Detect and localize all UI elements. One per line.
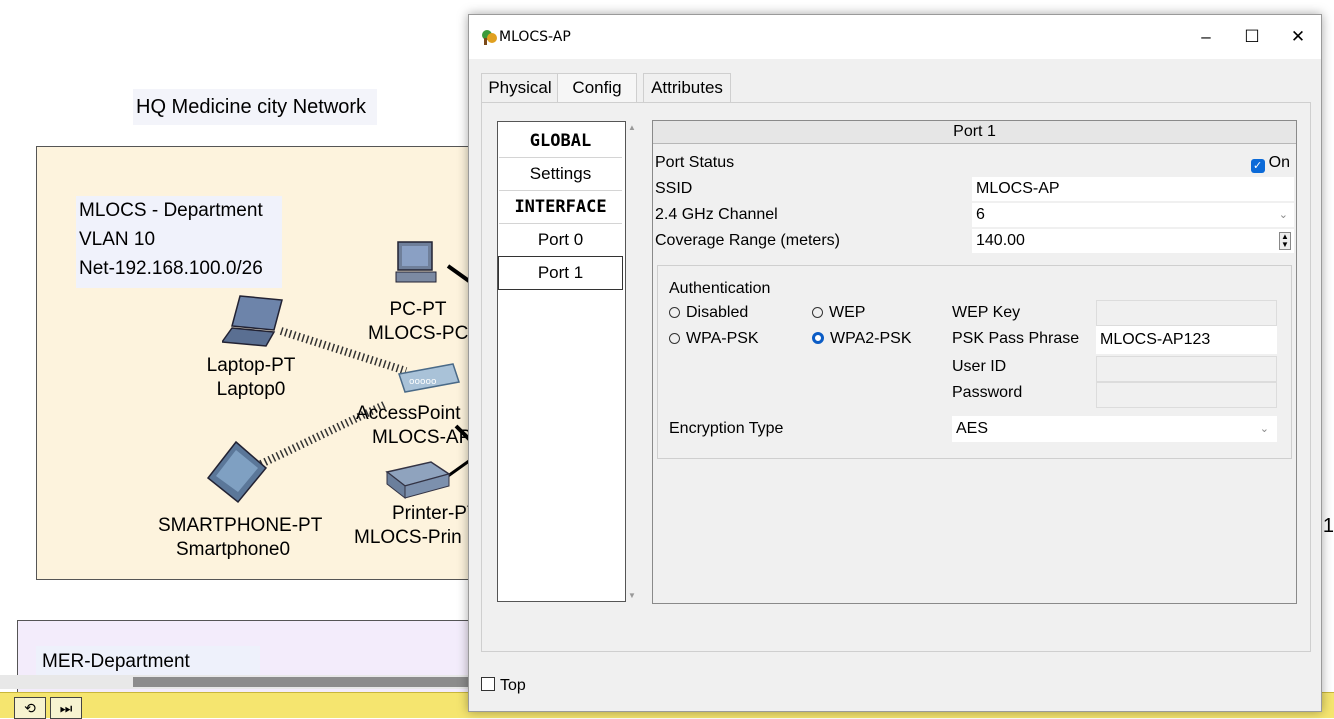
pc-name: MLOCS-PC	[368, 323, 469, 344]
ssid-label: SSID	[655, 180, 693, 197]
user-id-label: User ID	[952, 358, 1007, 375]
device-config-dialog: MLOCS-AP – ☐ ✕ Physical Config Attribute…	[468, 14, 1322, 712]
smartphone-name: Smartphone0	[175, 539, 291, 560]
ap-type: AccessPoint	[356, 403, 461, 424]
dialog-title: MLOCS-AP	[499, 29, 571, 45]
printer-icon[interactable]	[385, 460, 455, 500]
authentication-title: Authentication	[669, 280, 771, 297]
svg-text:ooooo: ooooo	[409, 377, 437, 387]
channel-value: 6	[976, 206, 985, 223]
sidebar-item-port1[interactable]: Port 1	[498, 256, 623, 290]
auth-option-wep[interactable]: WEP	[812, 302, 865, 324]
fast-forward-icon[interactable]: ⏭	[50, 697, 82, 719]
packet-tracer-icon	[482, 30, 497, 45]
top-label: Top	[500, 677, 526, 694]
pc-type: PC-PT	[389, 299, 447, 320]
radio-selected-icon	[812, 332, 824, 344]
mer-department-label: MER-Department	[36, 646, 260, 678]
chevron-down-icon: ⌄	[1259, 423, 1269, 435]
channel-select[interactable]: 6 ⌄	[972, 203, 1294, 227]
chevron-down-icon: ⌄	[1278, 209, 1288, 221]
laptop-type: Laptop-PT	[206, 355, 296, 376]
encryption-type-select[interactable]: AES ⌄	[952, 416, 1277, 442]
sidebar-item-settings[interactable]: Settings	[499, 158, 622, 191]
close-button[interactable]: ✕	[1275, 15, 1321, 59]
sidebar-header-global[interactable]: GLOBAL	[499, 125, 622, 158]
wep-key-label: WEP Key	[952, 304, 1021, 321]
auth-option-wpa2-psk[interactable]: WPA2-PSK	[812, 328, 912, 350]
port-status-label: Port Status	[655, 154, 735, 171]
coverage-range-spinbox[interactable]: 140.00 ▲ ▼	[972, 229, 1294, 253]
spinner-icon[interactable]: ▲ ▼	[1279, 232, 1291, 250]
always-on-top-checkbox[interactable]: Top	[481, 677, 526, 695]
smartphone-icon[interactable]	[206, 440, 268, 506]
tab-physical[interactable]: Physical	[481, 73, 559, 102]
auth-option-wpa-psk[interactable]: WPA-PSK	[669, 328, 759, 350]
laptop-name: Laptop0	[216, 379, 286, 400]
auth-option-wpa2-psk-label: WPA2-PSK	[830, 330, 912, 347]
maximize-button[interactable]: ☐	[1229, 15, 1275, 59]
port-status-toggle[interactable]: ✓ On	[1250, 151, 1290, 175]
config-sidebar: GLOBAL Settings INTERFACE Port 0 Port 1	[497, 121, 626, 602]
edge-number: 1	[1322, 515, 1334, 537]
password-label: Password	[952, 384, 1023, 401]
radio-icon	[812, 307, 823, 318]
auth-option-wpa-psk-label: WPA-PSK	[686, 330, 759, 347]
channel-label: 2.4 GHz Channel	[655, 206, 778, 223]
radio-icon	[669, 307, 680, 318]
ap-name: MLOCS-AP	[372, 427, 472, 448]
encryption-type-label: Encryption Type	[669, 420, 784, 437]
coverage-range-label: Coverage Range (meters)	[655, 232, 840, 249]
psk-pass-phrase-label: PSK Pass Phrase	[952, 330, 1080, 347]
auth-option-disabled-label: Disabled	[686, 304, 749, 321]
printer-type: Printer-PT	[392, 503, 479, 524]
password-input[interactable]	[1096, 382, 1277, 408]
laptop-icon[interactable]	[222, 294, 292, 348]
wep-key-input[interactable]	[1096, 300, 1277, 326]
checkmark-icon: ✓	[1250, 159, 1265, 173]
network-title: HQ Medicine city Network	[133, 89, 377, 125]
sidebar-item-port0[interactable]: Port 0	[499, 224, 622, 257]
port-header: Port 1	[653, 121, 1296, 144]
authentication-group: Authentication Disabled WEP WPA-PSK WPA2…	[657, 265, 1292, 459]
ssid-input[interactable]: MLOCS-AP	[972, 177, 1294, 201]
pc-icon[interactable]	[392, 240, 442, 286]
reset-icon[interactable]: ⟲	[14, 697, 46, 719]
port-status-value: On	[1268, 154, 1290, 171]
scroll-down-icon[interactable]: ▼	[628, 591, 636, 600]
auth-option-disabled[interactable]: Disabled	[669, 302, 748, 324]
auth-option-wep-label: WEP	[829, 304, 866, 321]
sidebar-header-interface[interactable]: INTERFACE	[499, 191, 622, 224]
checkbox-icon	[481, 677, 495, 691]
user-id-input[interactable]	[1096, 356, 1277, 382]
printer-name: MLOCS-Prin	[354, 527, 462, 548]
dialog-titlebar[interactable]: MLOCS-AP – ☐ ✕	[469, 15, 1321, 59]
encryption-type-value: AES	[956, 420, 989, 437]
smartphone-type: SMARTPHONE-PT	[158, 515, 323, 536]
psk-pass-phrase-input[interactable]: MLOCS-AP123	[1096, 326, 1277, 354]
coverage-range-value: 140.00	[976, 232, 1025, 249]
tab-attributes[interactable]: Attributes	[643, 73, 731, 102]
access-point-icon[interactable]: ooooo	[395, 360, 465, 396]
scroll-up-icon[interactable]: ▲	[628, 123, 636, 132]
canvas-scroll-thumb[interactable]	[133, 677, 468, 687]
minimize-button[interactable]: –	[1183, 15, 1229, 59]
radio-icon	[669, 333, 680, 344]
tab-config[interactable]: Config	[557, 73, 637, 104]
sidebar-scrollbar[interactable]: ▲ ▼	[626, 121, 641, 602]
